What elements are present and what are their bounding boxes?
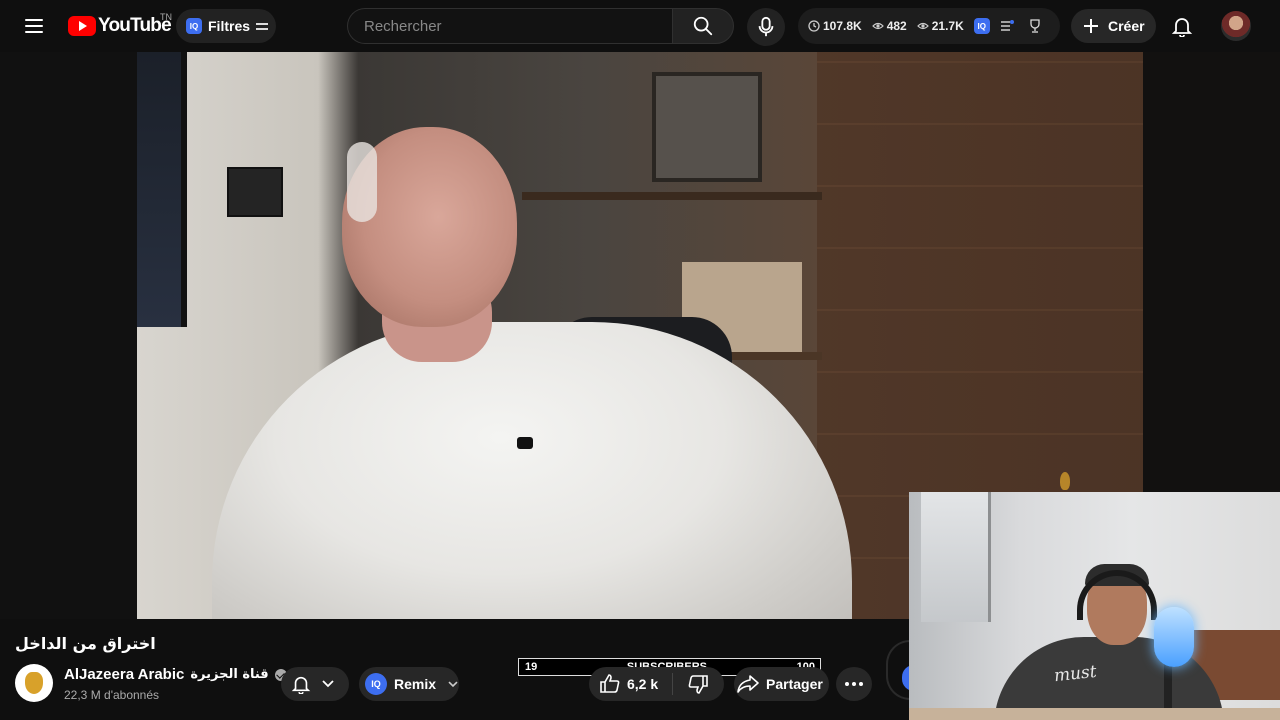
watch-time-stat: 107.8K bbox=[808, 19, 862, 33]
search-icon bbox=[693, 16, 713, 36]
thumbs-up-icon bbox=[600, 674, 620, 693]
youtube-play-icon bbox=[68, 16, 96, 36]
filters-button[interactable]: IQ Filtres bbox=[176, 9, 276, 43]
menu-icon[interactable] bbox=[16, 8, 52, 44]
account-avatar[interactable] bbox=[1221, 11, 1251, 41]
webcam-desk bbox=[909, 708, 1280, 720]
aljazeera-logo-icon bbox=[25, 672, 43, 694]
scene-person-hair bbox=[347, 142, 377, 222]
channel-name-row[interactable]: AlJazeera Arabic قناة الجزيرة bbox=[64, 666, 287, 683]
share-icon bbox=[737, 675, 759, 693]
clock-icon bbox=[808, 20, 820, 32]
webcam-overlay: must bbox=[909, 492, 1280, 720]
like-button[interactable]: 6,2 k bbox=[589, 673, 673, 695]
youtube-logo[interactable]: YouTube bbox=[68, 14, 172, 38]
video-title: اختراق من الداخل bbox=[15, 634, 156, 653]
filters-label: Filtres bbox=[208, 18, 251, 34]
chevron-down-icon bbox=[448, 681, 458, 688]
like-dislike-group: 6,2 k bbox=[589, 667, 724, 701]
masthead: YouTube TN IQ Filtres 107.8K 482 21.7K I… bbox=[0, 0, 1280, 52]
notifications-button[interactable] bbox=[1166, 10, 1198, 42]
eye-icon bbox=[916, 22, 929, 30]
extension-stats[interactable]: 107.8K 482 21.7K IQ bbox=[798, 8, 1060, 44]
search-button[interactable] bbox=[672, 8, 734, 44]
goal-current: 19 bbox=[525, 661, 538, 673]
scene-shelf bbox=[522, 192, 822, 200]
subscriber-count: 22,3 M d'abonnés bbox=[64, 688, 160, 702]
iq-badge-icon: IQ bbox=[186, 18, 202, 34]
scene-light-switch bbox=[227, 167, 283, 217]
eye-icon bbox=[871, 22, 884, 30]
microphone-icon bbox=[1154, 607, 1194, 667]
letterbox-left bbox=[0, 52, 137, 619]
remix-button[interactable]: IQ Remix bbox=[359, 667, 459, 701]
views-stat: 21.7K bbox=[916, 19, 964, 33]
stat-value: 107.8K bbox=[823, 19, 862, 33]
bell-icon bbox=[1171, 18, 1193, 37]
search-box bbox=[347, 8, 672, 44]
channel-name[interactable]: AlJazeera Arabic bbox=[64, 666, 184, 683]
scene-lapel-mic bbox=[517, 437, 533, 449]
flame-icon bbox=[1060, 472, 1070, 490]
views-stat: 482 bbox=[871, 19, 907, 33]
trophy-icon[interactable] bbox=[1028, 19, 1042, 33]
microphone-icon bbox=[758, 16, 774, 37]
channel-name-arabic[interactable]: قناة الجزيرة bbox=[190, 667, 268, 682]
voice-search-button[interactable] bbox=[747, 8, 785, 46]
create-button[interactable]: Créer bbox=[1071, 9, 1156, 43]
share-label: Partager bbox=[766, 676, 823, 692]
scene-photo-frame bbox=[652, 72, 762, 182]
dislike-button[interactable] bbox=[673, 674, 723, 694]
chevron-down-icon bbox=[322, 680, 334, 688]
channel-avatar[interactable] bbox=[15, 664, 53, 702]
thumbs-down-icon bbox=[688, 675, 708, 694]
more-actions-button[interactable] bbox=[836, 667, 872, 701]
iq-badge-icon[interactable]: IQ bbox=[973, 18, 990, 34]
list-icon[interactable] bbox=[1000, 20, 1014, 32]
bell-icon bbox=[291, 676, 311, 694]
search-input[interactable] bbox=[348, 9, 672, 43]
stat-value: 21.7K bbox=[931, 19, 964, 33]
remix-label: Remix bbox=[393, 676, 437, 692]
create-label: Créer bbox=[1108, 18, 1145, 34]
scene-person-shirt bbox=[212, 322, 852, 619]
scene-window bbox=[137, 52, 187, 327]
country-code: TN bbox=[160, 12, 172, 22]
notification-settings-button[interactable] bbox=[281, 667, 349, 701]
iq-badge-icon: IQ bbox=[365, 673, 387, 695]
stat-value: 482 bbox=[886, 19, 907, 33]
plus-icon bbox=[1084, 19, 1098, 33]
like-count: 6,2 k bbox=[627, 676, 659, 692]
webcam-window bbox=[921, 492, 991, 622]
sliders-icon bbox=[256, 21, 269, 31]
share-button[interactable]: Partager bbox=[734, 667, 829, 701]
